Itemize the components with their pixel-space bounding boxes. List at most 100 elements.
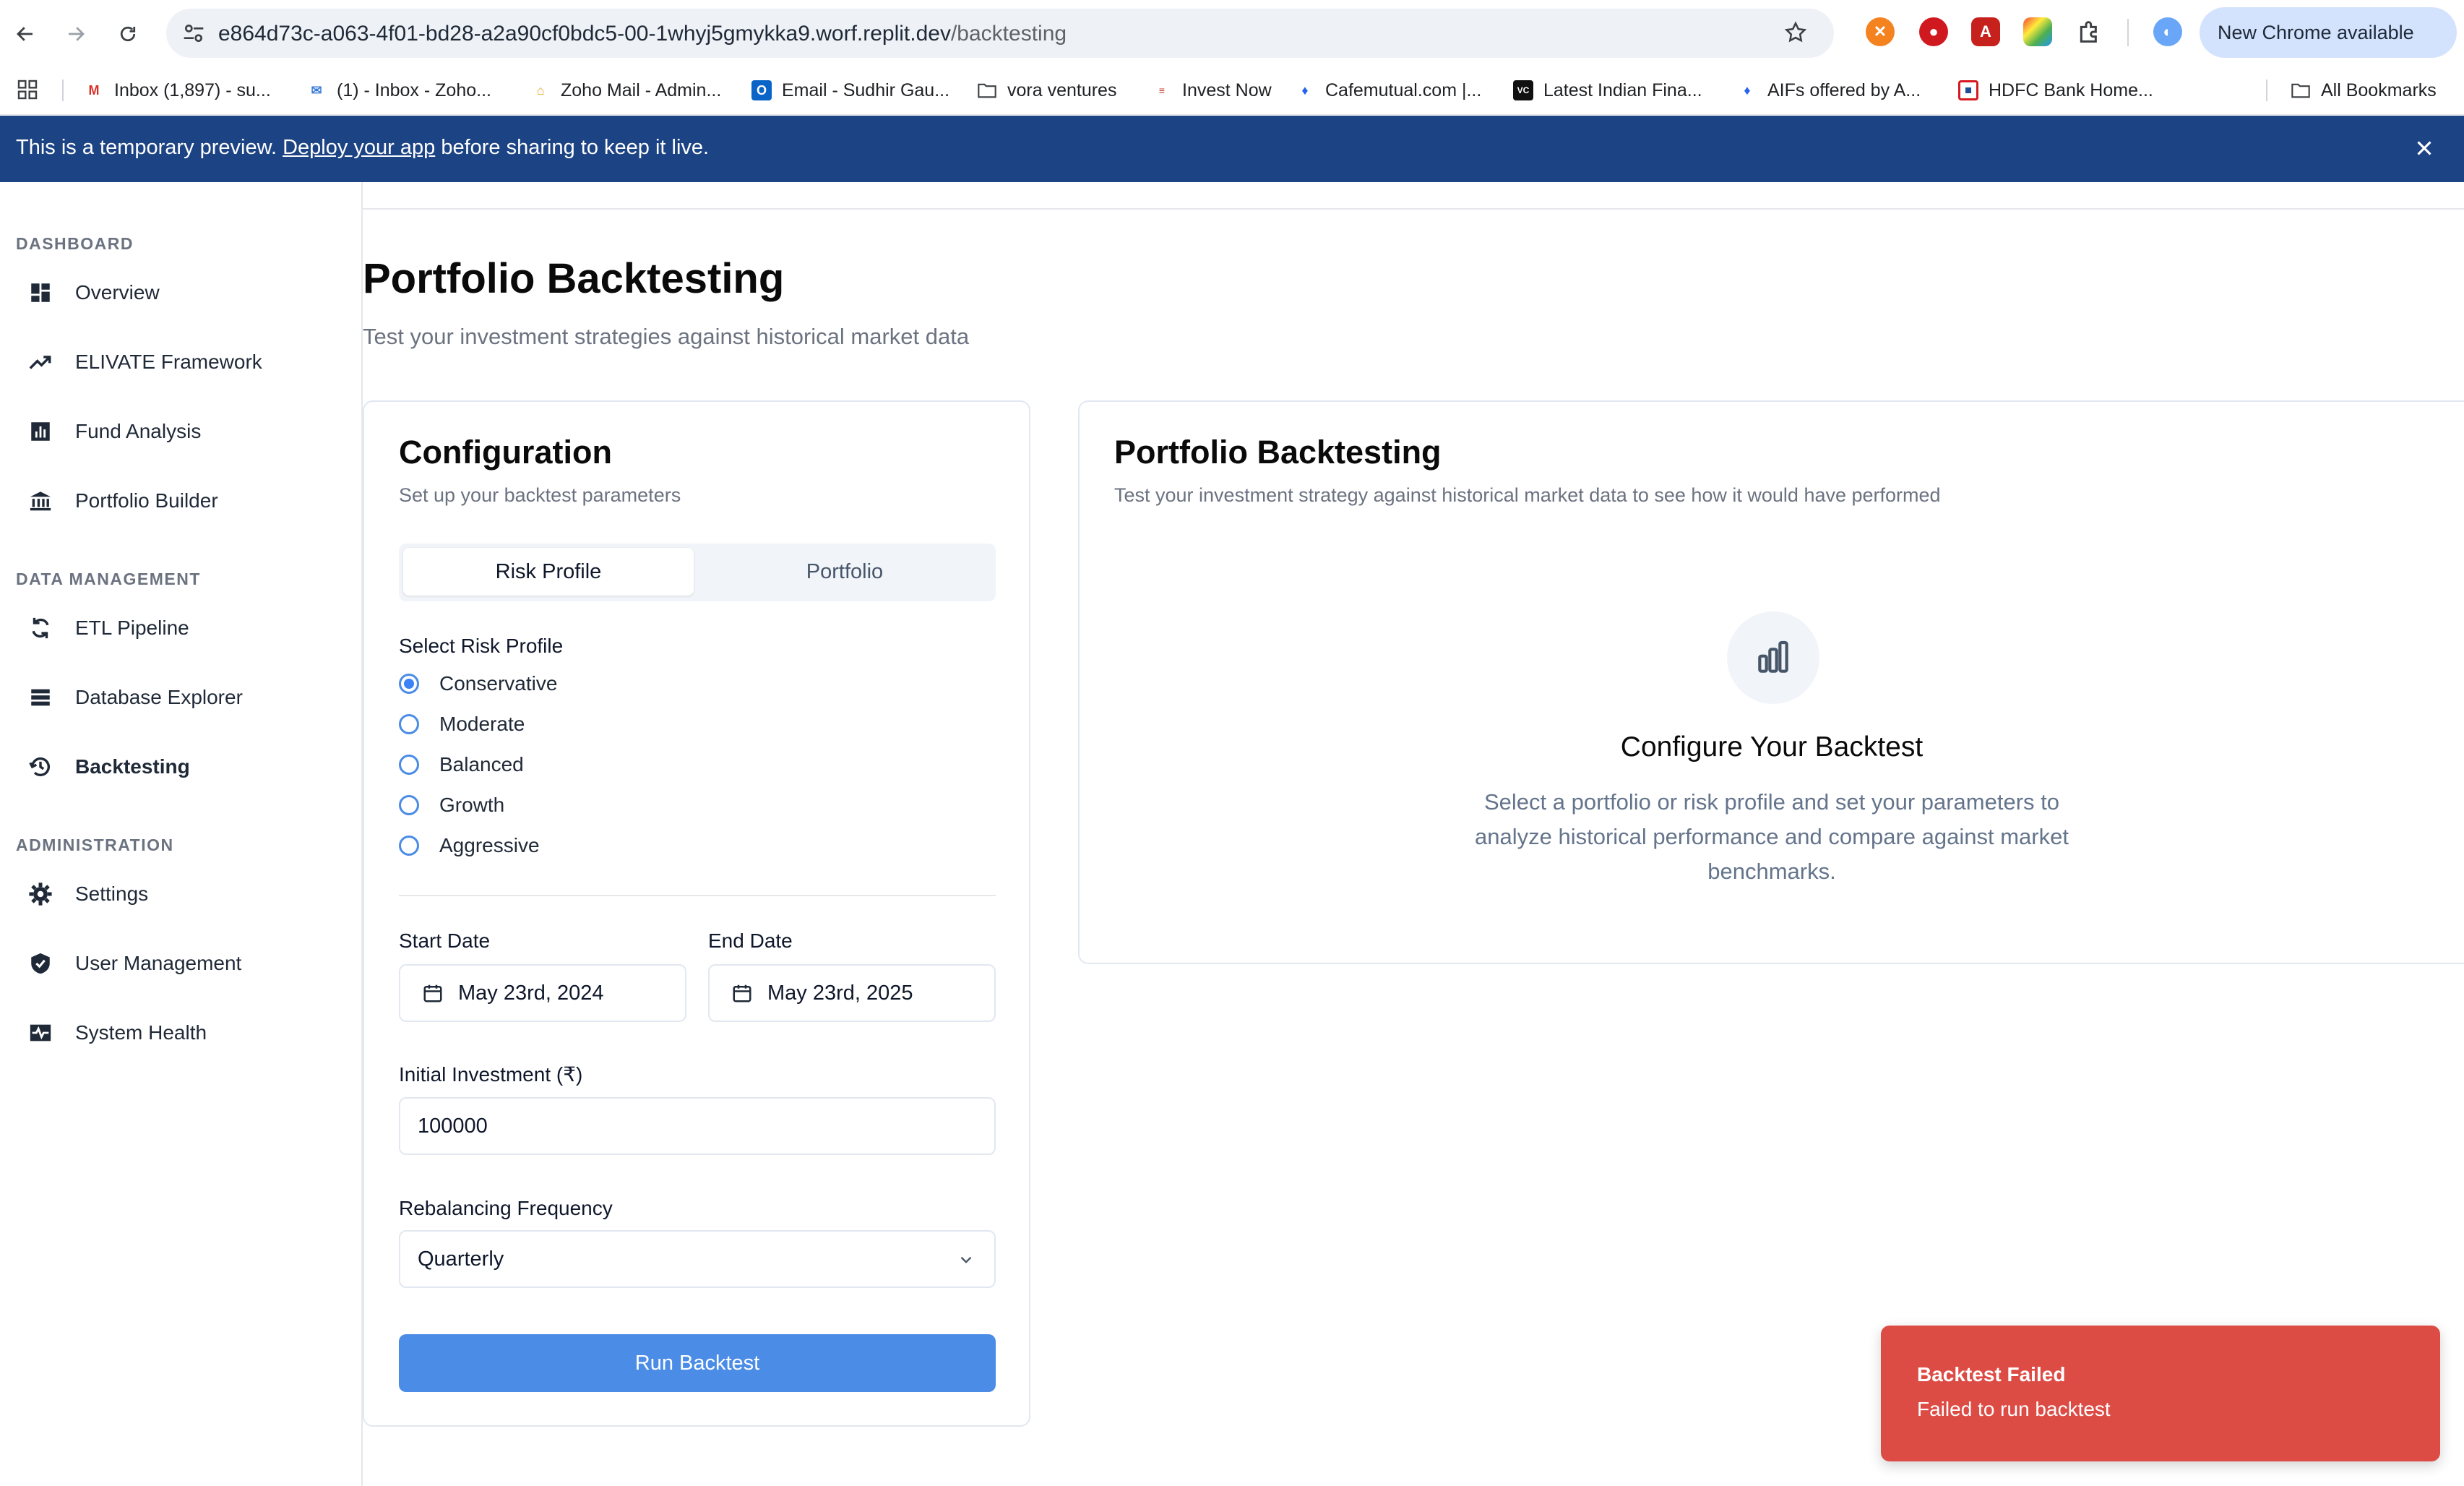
start-date-picker[interactable]: May 23rd, 2024 <box>399 964 686 1022</box>
end-date-picker[interactable]: May 23rd, 2025 <box>708 964 996 1022</box>
forward-icon[interactable] <box>58 16 94 52</box>
bookmark-item[interactable]: vora ventures <box>977 78 1116 103</box>
sidebar-item-fund-analysis[interactable]: Fund Analysis <box>16 406 348 457</box>
configuration-card: Configuration Set up your backtest param… <box>363 400 1030 1427</box>
radio-button[interactable] <box>399 714 419 734</box>
initial-investment-label: Initial Investment (₹) <box>399 1063 583 1086</box>
url-path: /backtesting <box>950 22 1067 46</box>
radio-button[interactable] <box>399 755 419 775</box>
sidebar-item-elivate-framework[interactable]: ELIVATE Framework <box>16 337 348 387</box>
extension-shield-icon[interactable]: ● <box>1919 17 1948 46</box>
address-bar[interactable]: e864d73c-a063-4f01-bd28-a2a90cf0bdc5-00-… <box>166 9 1834 58</box>
bookmark-item[interactable]: ♦ Cafemutual.com |... <box>1295 78 1481 103</box>
sidebar-item-backtesting[interactable]: Backtesting <box>16 742 348 792</box>
empty-state-title: Configure Your Backtest <box>1620 731 1924 763</box>
bookmark-label: vora ventures <box>1007 80 1117 100</box>
bookmark-item[interactable]: ✉ (1) - Inbox - Zoho... <box>306 78 491 103</box>
invest-icon: ≡ <box>1158 85 1166 96</box>
dashboard-grid-icon <box>26 278 55 307</box>
bookmark-item[interactable]: ≡ Invest Now <box>1152 78 1272 103</box>
sidebar-item-system-health[interactable]: System Health <box>16 1008 348 1058</box>
apps-grid-icon[interactable] <box>16 78 39 101</box>
configuration-title: Configuration <box>399 434 612 471</box>
page-title: Portfolio Backtesting <box>363 255 785 302</box>
sidebar-item-user-management[interactable]: User Management <box>16 938 348 989</box>
sidebar-item-portfolio-builder[interactable]: Portfolio Builder <box>16 476 348 526</box>
sidebar-item-database-explorer[interactable]: Database Explorer <box>16 672 348 723</box>
back-icon[interactable] <box>7 16 43 52</box>
bookmark-item[interactable]: ⌂ Zoho Mail - Admin... <box>530 78 722 103</box>
sidebar-item-overview[interactable]: Overview <box>16 267 348 318</box>
header-divider <box>361 208 2464 210</box>
radio-conservative[interactable]: Conservative <box>399 669 557 698</box>
toolbar-divider <box>2127 19 2129 46</box>
sidebar-item-etl-pipeline[interactable]: ETL Pipeline <box>16 603 348 653</box>
all-bookmarks-label: All Bookmarks <box>2321 80 2437 100</box>
vccircle-icon: VC <box>1513 80 1533 100</box>
app-root: DASHBOARD Overview ELIVATE Framework Fun… <box>0 182 2464 1486</box>
radio-growth[interactable]: Growth <box>399 791 504 820</box>
close-icon[interactable] <box>2412 136 2437 160</box>
mode-tabs: Risk Profile Portfolio <box>399 544 996 601</box>
sidebar: DASHBOARD Overview ELIVATE Framework Fun… <box>0 182 363 1486</box>
reload-icon[interactable] <box>110 16 146 52</box>
tab-portfolio[interactable]: Portfolio <box>698 548 991 596</box>
results-card: Portfolio Backtesting Test your investme… <box>1078 400 2464 964</box>
sidebar-item-settings[interactable]: Settings <box>16 869 348 919</box>
bookmark-label: Latest Indian Fina... <box>1543 80 1702 100</box>
new-chrome-available-button[interactable]: New Chrome available <box>2200 7 2457 58</box>
bookmark-label: Invest Now <box>1182 80 1272 100</box>
initial-investment-input[interactable]: 100000 <box>399 1097 996 1155</box>
radio-moderate[interactable]: Moderate <box>399 710 525 739</box>
url-host: e864d73c-a063-4f01-bd28-a2a90cf0bdc5-00-… <box>218 22 951 46</box>
sidebar-item-label: Database Explorer <box>75 686 243 708</box>
aif-icon: ♦ <box>1744 82 1751 98</box>
bookmark-item[interactable]: ♦ AIFs offered by A... <box>1737 78 1921 103</box>
radio-button[interactable] <box>399 836 419 856</box>
tab-risk-profile[interactable]: Risk Profile <box>403 548 694 596</box>
site-info-icon[interactable] <box>182 22 205 44</box>
rebalancing-frequency-select[interactable]: Quarterly <box>399 1230 996 1288</box>
trending-up-icon <box>26 348 55 377</box>
radio-label: Aggressive <box>439 834 540 856</box>
profile-avatar-icon[interactable]: ◐ <box>2153 17 2182 46</box>
sidebar-item-label: Settings <box>75 882 149 905</box>
zoho-mail-icon: ⌂ <box>536 82 545 98</box>
deploy-app-link[interactable]: Deploy your app <box>283 136 435 159</box>
rebalancing-frequency-label: Rebalancing Frequency <box>399 1197 613 1219</box>
bookmarks-divider <box>2266 80 2267 101</box>
extension-orange-icon[interactable]: ✕ <box>1866 17 1895 46</box>
sidebar-section-administration: ADMINISTRATION <box>16 836 174 854</box>
sidebar-item-label: System Health <box>75 1021 207 1044</box>
bookmark-label: Cafemutual.com |... <box>1325 80 1482 100</box>
radio-balanced[interactable]: Balanced <box>399 750 524 779</box>
bookmarks-bar: M Inbox (1,897) - su... ✉ (1) - Inbox - Zo… <box>0 66 2464 115</box>
all-bookmarks-button[interactable]: All Bookmarks <box>2291 78 2437 103</box>
error-toast[interactable]: Backtest Failed Failed to run backtest <box>1881 1326 2440 1461</box>
monitor-pulse-icon <box>26 1018 55 1047</box>
bookmark-item[interactable]: M Inbox (1,897) - su... <box>84 78 271 103</box>
sidebar-item-label: Fund Analysis <box>75 420 202 442</box>
calendar-icon <box>731 982 753 1004</box>
bookmark-item[interactable]: O Email - Sudhir Gau... <box>751 78 949 103</box>
radio-label: Moderate <box>439 713 525 735</box>
folder-icon <box>977 80 997 100</box>
bookmark-item[interactable]: HDFC Bank Home... <box>1958 78 2153 103</box>
extensions-puzzle-icon[interactable] <box>2075 17 2104 46</box>
hdfc-icon <box>1958 80 1978 100</box>
bookmark-item[interactable]: VC Latest Indian Fina... <box>1513 78 1702 103</box>
start-date-value: May 23rd, 2024 <box>458 981 604 1005</box>
bookmark-star-icon[interactable] <box>1783 20 1808 45</box>
radio-button[interactable] <box>399 674 419 694</box>
start-date-label: Start Date <box>399 929 491 952</box>
radio-button[interactable] <box>399 795 419 815</box>
pdf-extension-icon[interactable]: A <box>1971 17 2000 46</box>
radio-aggressive[interactable]: Aggressive <box>399 831 540 860</box>
end-date-label: End Date <box>708 929 793 952</box>
run-backtest-button[interactable]: Run Backtest <box>399 1334 996 1392</box>
preview-banner: This is a temporary preview. Deploy your… <box>0 116 2464 182</box>
outlook-icon: O <box>751 80 772 100</box>
bank-icon <box>26 486 55 515</box>
bookmark-label: AIFs offered by A... <box>1767 80 1921 100</box>
color-extension-icon[interactable] <box>2023 17 2052 46</box>
